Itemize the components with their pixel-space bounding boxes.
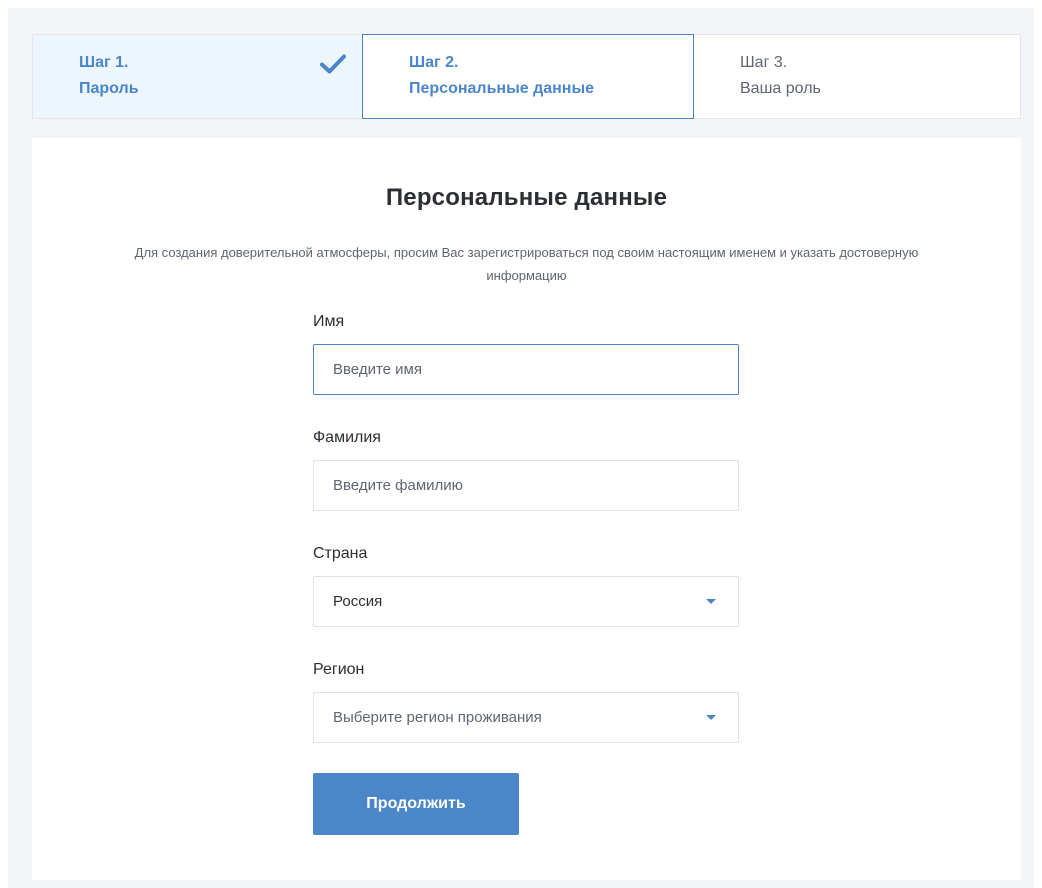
- chevron-down-icon: [706, 715, 716, 720]
- chevron-down-icon: [706, 599, 716, 604]
- last-name-label: Фамилия: [313, 429, 381, 446]
- step-2-title: Персональные данные: [409, 80, 595, 97]
- step-3-number: Шаг 3.: [740, 54, 788, 71]
- step-2-personal-data[interactable]: Шаг 2. Персональные данные: [362, 34, 694, 119]
- page-title: Персональные данные: [385, 184, 668, 211]
- country-select[interactable]: Россия: [313, 576, 739, 627]
- personal-data-form: Имя Фамилия Страна Россия Регион Выберит…: [313, 310, 739, 835]
- step-1-title: Пароль: [79, 80, 139, 97]
- first-name-input[interactable]: [313, 344, 739, 395]
- step-1-password[interactable]: Шаг 1. Пароль: [33, 35, 362, 118]
- page-description: Для создания доверительной атмосферы, пр…: [134, 245, 919, 283]
- region-placeholder: Выберите регион проживания: [333, 709, 542, 726]
- first-name-label: Имя: [313, 313, 345, 330]
- region-label: Регион: [313, 661, 365, 678]
- country-selected-value: Россия: [333, 593, 383, 610]
- step-3-title: Ваша роль: [740, 80, 821, 97]
- country-label: Страна: [313, 545, 368, 562]
- check-icon: [320, 54, 346, 74]
- region-select[interactable]: Выберите регион проживания: [313, 692, 739, 743]
- last-name-input[interactable]: [313, 460, 739, 511]
- step-2-number: Шаг 2.: [409, 54, 459, 71]
- continue-button[interactable]: Продолжить: [313, 773, 519, 835]
- step-3-your-role[interactable]: Шаг 3. Ваша роль: [694, 35, 1020, 118]
- personal-data-card: Персональные данные Для создания доверит…: [32, 138, 1021, 880]
- registration-stepper: Шаг 1. Пароль Шаг 2. Персональные данные…: [32, 34, 1021, 119]
